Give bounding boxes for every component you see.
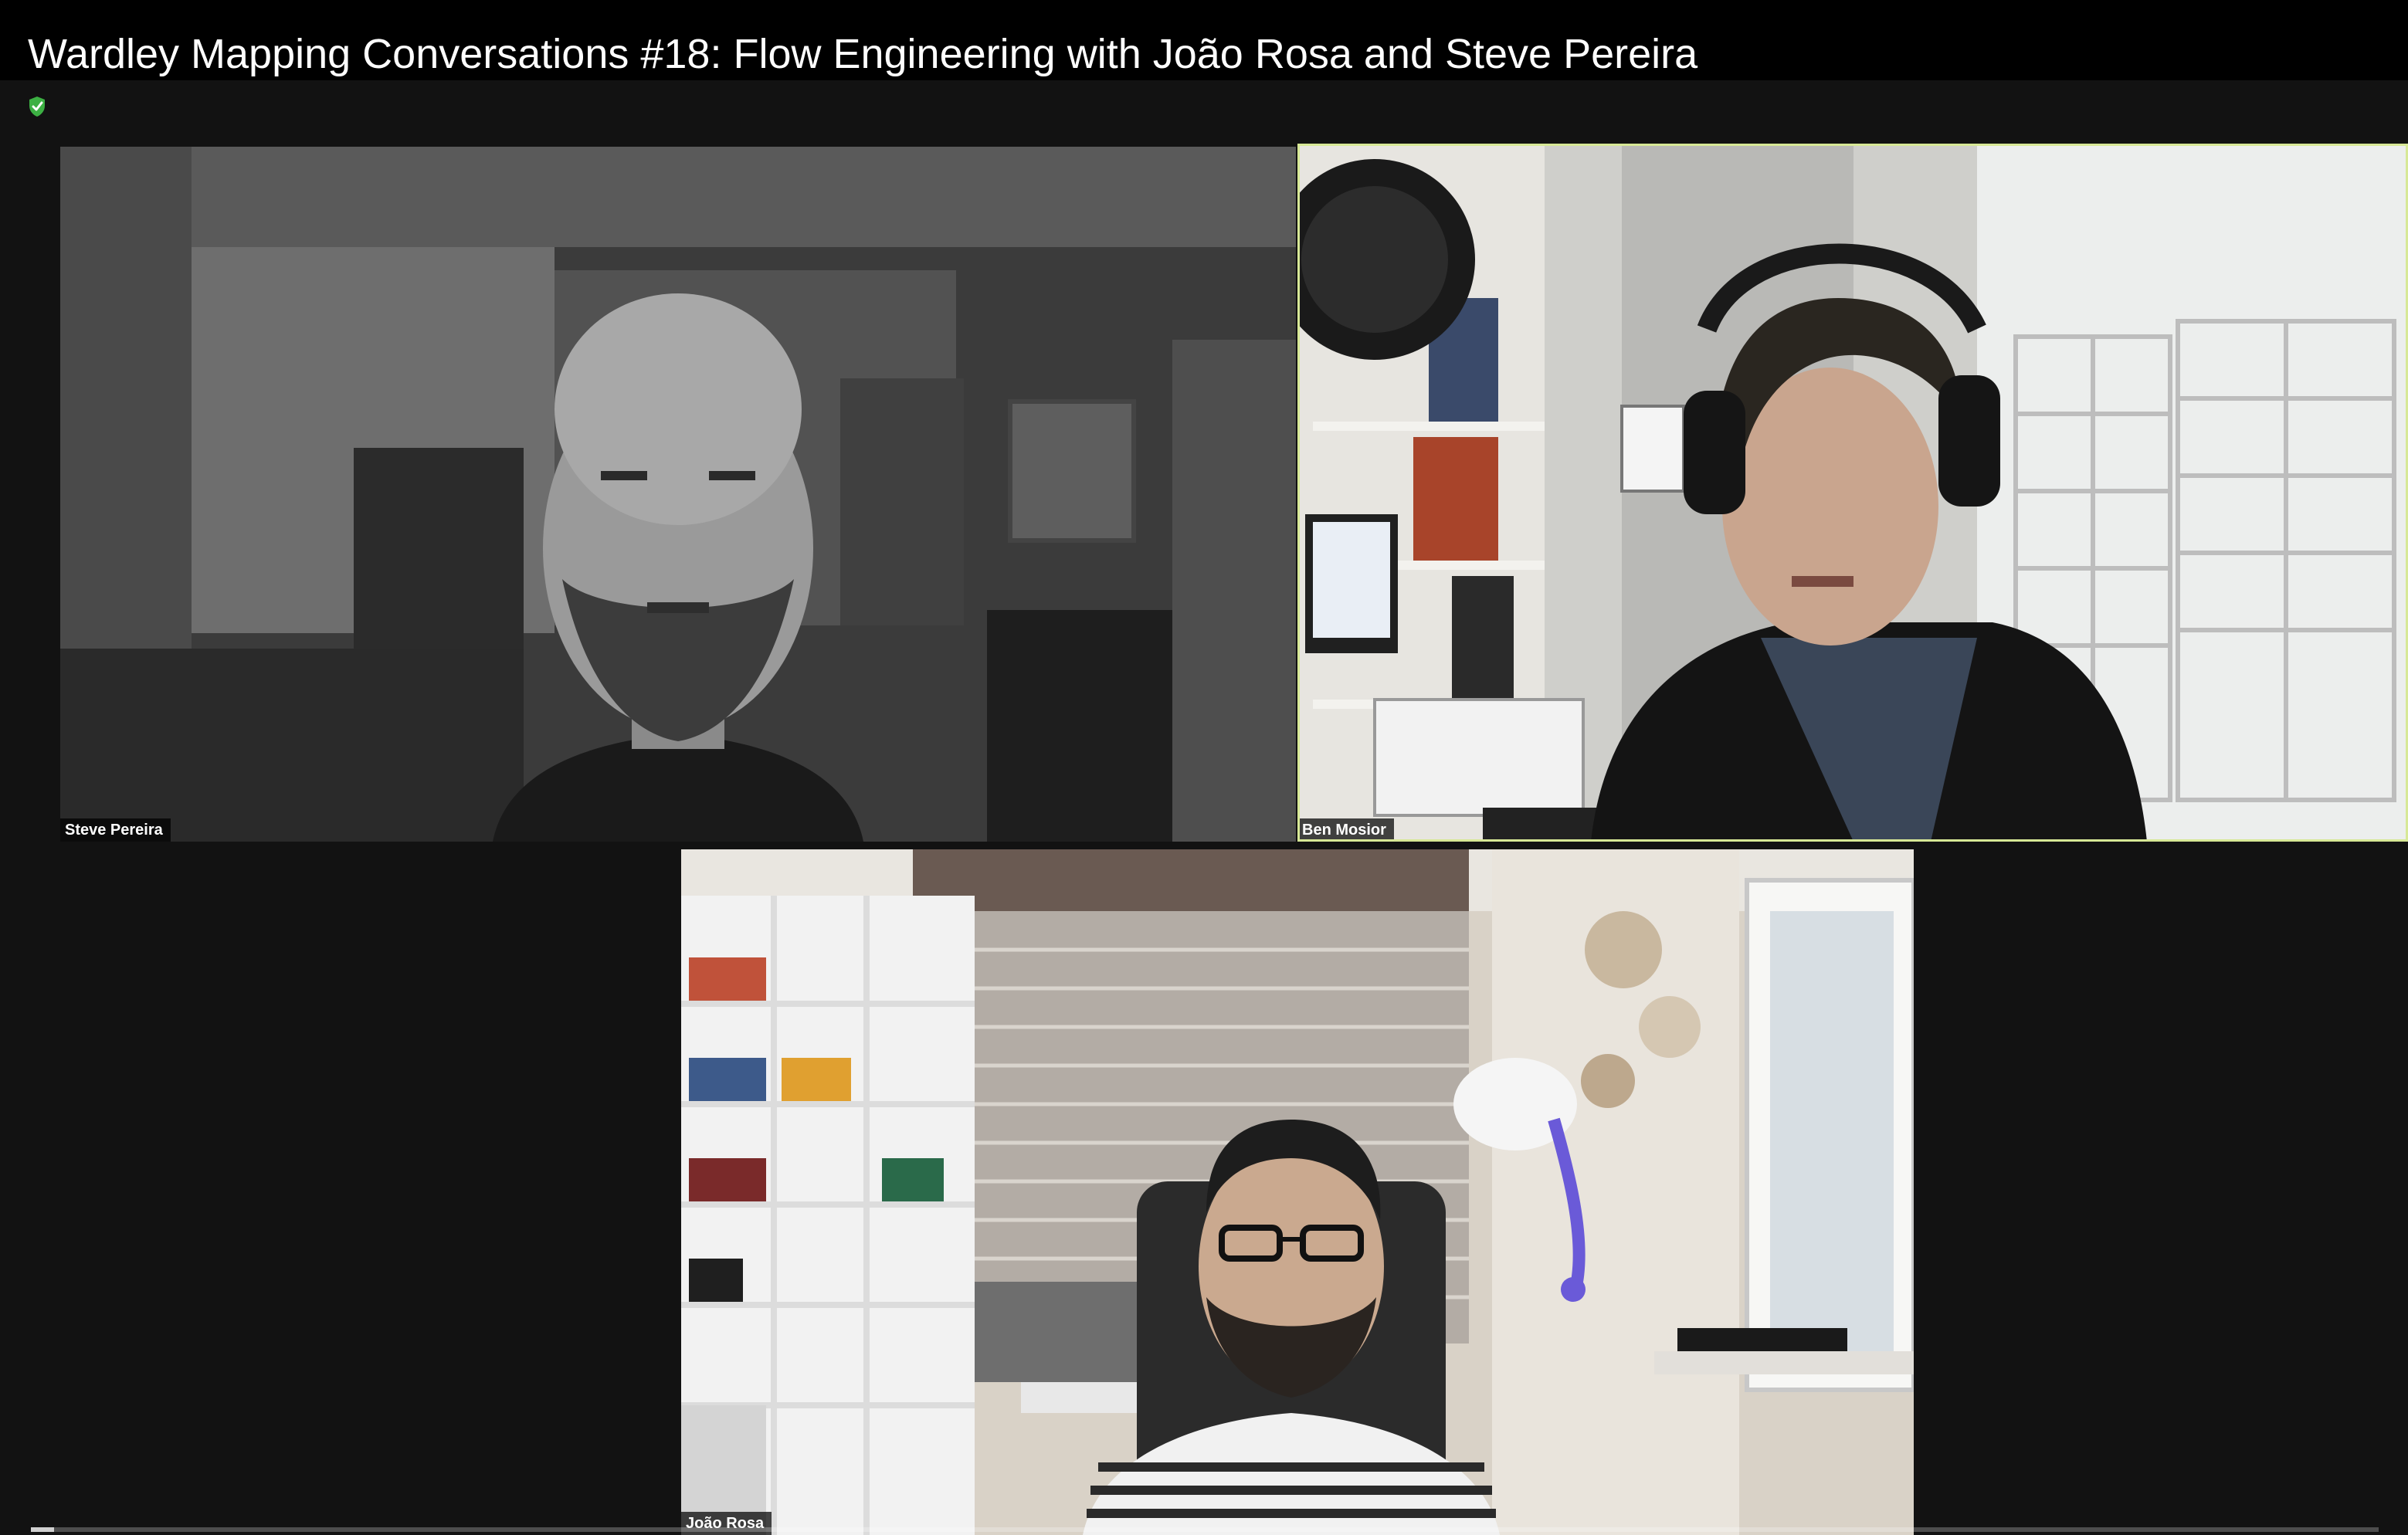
participant-name-label: Ben Mosior (1297, 818, 1394, 842)
video-feed-steve (60, 147, 1296, 842)
playback-progress-fill (31, 1527, 55, 1532)
window-title-bar: Wardley Mapping Conversations #18: Flow … (0, 0, 2408, 80)
shield-check-icon[interactable] (28, 96, 46, 117)
participant-name-label: Steve Pereira (60, 818, 171, 842)
video-tile-ben-mosior[interactable]: Ben Mosior (1297, 144, 2408, 842)
video-tile-joao-rosa[interactable]: João Rosa (681, 849, 1914, 1535)
meeting-title: Wardley Mapping Conversations #18: Flow … (28, 31, 1698, 77)
video-tile-steve-pereira[interactable]: Steve Pereira (60, 147, 1296, 842)
playback-progress-bar[interactable] (31, 1527, 2379, 1532)
video-feed-joao (681, 849, 1914, 1535)
video-feed-ben (1297, 144, 2408, 842)
